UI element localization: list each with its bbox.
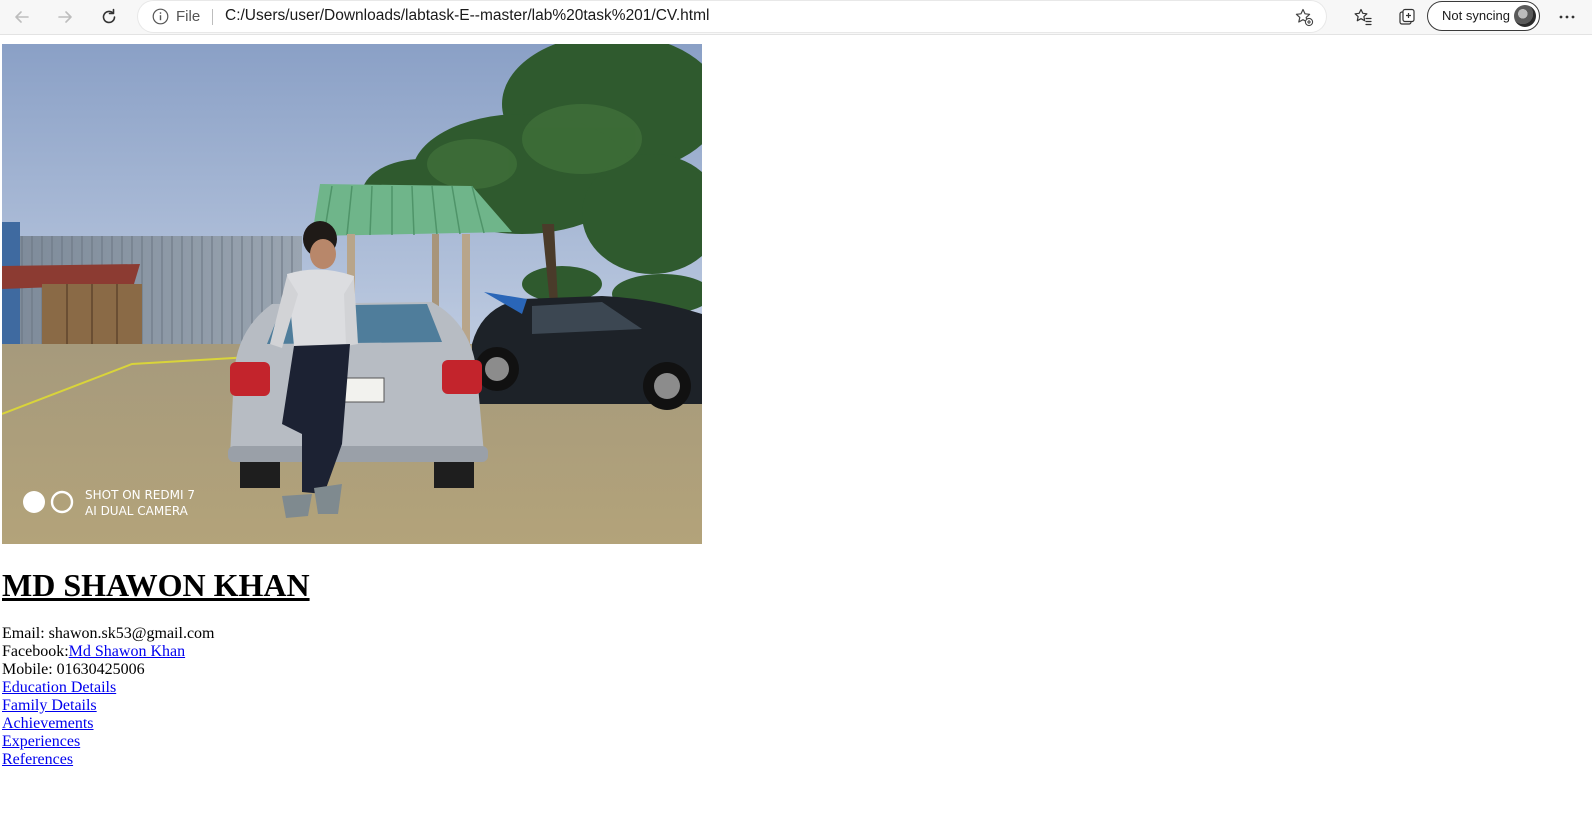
facebook-link[interactable]: Md Shawon Khan (69, 643, 185, 660)
refresh-icon (102, 8, 116, 24)
email-label: Email: (2, 625, 49, 642)
mobile-value: 01630425006 (56, 661, 145, 678)
photo-watermark-line1: SHOT ON REDMI 7 (85, 488, 195, 502)
mobile-line: Mobile: 01630425006 (2, 661, 214, 679)
browser-toolbar: File C:/Users/user/Downloads/labtask-E--… (0, 0, 1592, 35)
references-link[interactable]: References (2, 751, 116, 769)
add-favorite-icon[interactable] (1294, 7, 1314, 27)
settings-menu-button[interactable] (1552, 2, 1582, 32)
collections-button[interactable] (1392, 2, 1422, 32)
photo-watermark-line2: AI DUAL CAMERA (85, 504, 189, 518)
profile-photo: SHOT ON REDMI 7 AI DUAL CAMERA (2, 44, 702, 544)
collections-icon (1399, 8, 1415, 25)
facebook-label: Facebook: (2, 643, 69, 660)
back-button[interactable] (7, 2, 37, 32)
forward-button[interactable] (50, 2, 80, 32)
address-divider (212, 9, 213, 25)
arrow-left-icon (15, 11, 29, 23)
family-details-link[interactable]: Family Details (2, 697, 116, 715)
achievements-link[interactable]: Achievements (2, 715, 116, 733)
facebook-line: Facebook:Md Shawon Khan (2, 643, 214, 661)
url-text[interactable]: C:/Users/user/Downloads/labtask-E--maste… (225, 7, 709, 25)
avatar (1514, 5, 1536, 27)
address-scheme-label: File (176, 8, 201, 25)
arrow-right-icon (58, 11, 72, 23)
info-icon[interactable] (152, 8, 169, 25)
education-details-link[interactable]: Education Details (2, 679, 116, 697)
favorites-icon (1354, 8, 1372, 26)
page-title: MD SHAWON KHAN (2, 567, 310, 603)
section-links: Education Details Family Details Achieve… (2, 679, 116, 769)
contact-info: Email: shawon.sk53@gmail.com Facebook:Md… (2, 625, 214, 679)
email-value: shawon.sk53@gmail.com (48, 625, 215, 642)
email-line: Email: shawon.sk53@gmail.com (2, 625, 214, 643)
mobile-label: Mobile: (2, 661, 57, 678)
address-bar[interactable]: File C:/Users/user/Downloads/labtask-E--… (138, 1, 1326, 32)
profile-status-label: Not syncing (1442, 8, 1510, 23)
profile-button[interactable]: Not syncing (1427, 1, 1540, 31)
refresh-button[interactable] (94, 2, 124, 32)
experiences-link[interactable]: Experiences (2, 733, 116, 751)
favorites-button[interactable] (1348, 2, 1378, 32)
more-options-icon (1559, 15, 1575, 19)
